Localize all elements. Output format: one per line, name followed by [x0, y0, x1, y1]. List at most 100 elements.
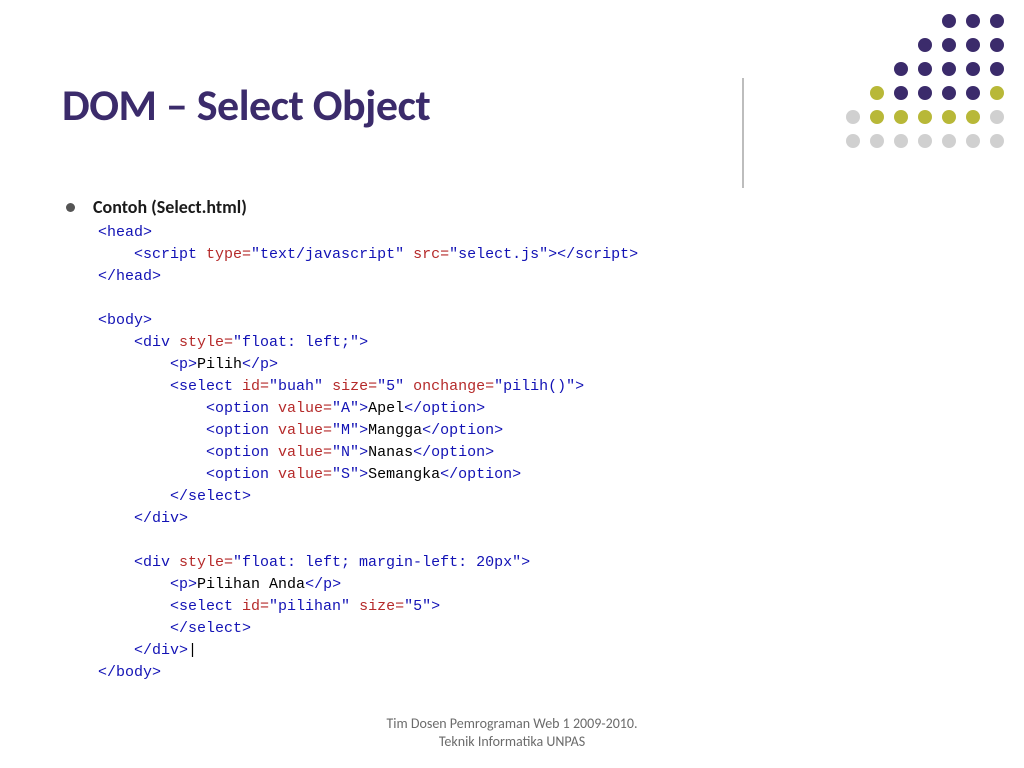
dot-icon — [870, 86, 884, 100]
dot-icon — [918, 86, 932, 100]
code-text: </p> — [242, 356, 278, 373]
code-text: </option> — [422, 422, 503, 439]
code-text: "5" — [404, 598, 431, 615]
footer-line-2: Teknik Informatika UNPAS — [0, 733, 1024, 751]
dot-icon — [918, 110, 932, 124]
code-text: </option> — [404, 400, 485, 417]
dot-icon — [918, 14, 932, 28]
dot-icon — [918, 134, 932, 148]
code-text: "select.js" — [449, 246, 548, 263]
code-text: "float: left; margin-left: 20px" — [233, 554, 521, 571]
dot-icon — [870, 38, 884, 52]
code-text: <div — [98, 334, 179, 351]
code-text: "float: left;" — [233, 334, 359, 351]
dot-icon — [918, 38, 932, 52]
bullet-icon — [66, 203, 75, 212]
dot-icon — [966, 134, 980, 148]
code-text: <option — [98, 400, 278, 417]
dot-icon — [870, 110, 884, 124]
code-text: ipt> — [602, 246, 638, 263]
dot-icon — [966, 14, 980, 28]
code-text: <option — [98, 466, 278, 483]
code-text: onchange= — [404, 378, 494, 395]
code-text: "M" — [332, 422, 359, 439]
code-text: > — [521, 554, 530, 571]
slide-title: DOM – Select Object — [62, 78, 702, 132]
code-text: style= — [179, 334, 233, 351]
text-cursor-icon: | — [188, 642, 197, 659]
code-text: Pilih — [197, 356, 242, 373]
dot-icon — [846, 62, 860, 76]
code-text: </option> — [440, 466, 521, 483]
code-text: <script — [98, 246, 206, 263]
code-text: > — [359, 422, 368, 439]
code-text: "N" — [332, 444, 359, 461]
code-text: </option> — [413, 444, 494, 461]
dot-icon — [894, 110, 908, 124]
code-text: "text/javascript" — [251, 246, 404, 263]
code-example: <head> <script type="text/javascript" sr… — [98, 222, 962, 684]
code-text: <body> — [98, 312, 152, 329]
code-text: type= — [206, 246, 251, 263]
code-text: <div — [98, 554, 179, 571]
code-text: Pilihan Anda — [197, 576, 305, 593]
dot-icon — [918, 62, 932, 76]
dot-icon — [846, 134, 860, 148]
dot-icon — [942, 14, 956, 28]
code-text: > — [359, 444, 368, 461]
dot-icon — [846, 158, 860, 172]
bullet-text: Contoh (Select.html) — [93, 196, 247, 218]
code-text: > — [431, 598, 440, 615]
code-text: <head> — [98, 224, 152, 241]
code-text: > — [359, 334, 368, 351]
dot-icon — [990, 110, 1004, 124]
dot-icon — [942, 86, 956, 100]
dot-icon — [942, 110, 956, 124]
code-text: <select — [98, 378, 242, 395]
code-text: <option — [98, 422, 278, 439]
footer: Tim Dosen Pemrograman Web 1 2009-2010. T… — [0, 715, 1024, 750]
code-text: ></scr — [548, 246, 602, 263]
dot-icon — [942, 158, 956, 172]
code-text: </body> — [98, 664, 161, 681]
decorative-dot-grid — [846, 14, 1008, 176]
code-text: </select> — [98, 620, 251, 637]
code-text: "pilihan" — [269, 598, 350, 615]
dot-icon — [894, 62, 908, 76]
code-text: </div> — [98, 642, 188, 659]
dot-icon — [918, 158, 932, 172]
code-text: value= — [278, 400, 332, 417]
code-text: </p> — [305, 576, 341, 593]
dot-icon — [966, 110, 980, 124]
dot-icon — [942, 62, 956, 76]
footer-line-1: Tim Dosen Pemrograman Web 1 2009-2010. — [0, 715, 1024, 733]
code-text: size= — [350, 598, 404, 615]
dot-icon — [990, 158, 1004, 172]
bullet-line: Contoh (Select.html) — [62, 196, 962, 218]
dot-icon — [846, 110, 860, 124]
code-text: "S" — [332, 466, 359, 483]
dot-icon — [846, 86, 860, 100]
dot-icon — [990, 134, 1004, 148]
dot-icon — [894, 86, 908, 100]
dot-icon — [870, 158, 884, 172]
title-wrap: DOM – Select Object — [62, 78, 744, 188]
dot-icon — [966, 38, 980, 52]
dot-icon — [966, 86, 980, 100]
dot-icon — [966, 158, 980, 172]
code-text: <option — [98, 444, 278, 461]
code-text: id= — [242, 598, 269, 615]
dot-icon — [990, 86, 1004, 100]
dot-icon — [942, 134, 956, 148]
dot-icon — [990, 38, 1004, 52]
code-text: value= — [278, 422, 332, 439]
dot-icon — [966, 62, 980, 76]
dot-icon — [846, 14, 860, 28]
code-text: > — [575, 378, 584, 395]
dot-icon — [894, 158, 908, 172]
dot-icon — [894, 134, 908, 148]
code-text: Mangga — [368, 422, 422, 439]
dot-icon — [894, 14, 908, 28]
code-text: Semangka — [368, 466, 440, 483]
code-text: </select> — [98, 488, 251, 505]
